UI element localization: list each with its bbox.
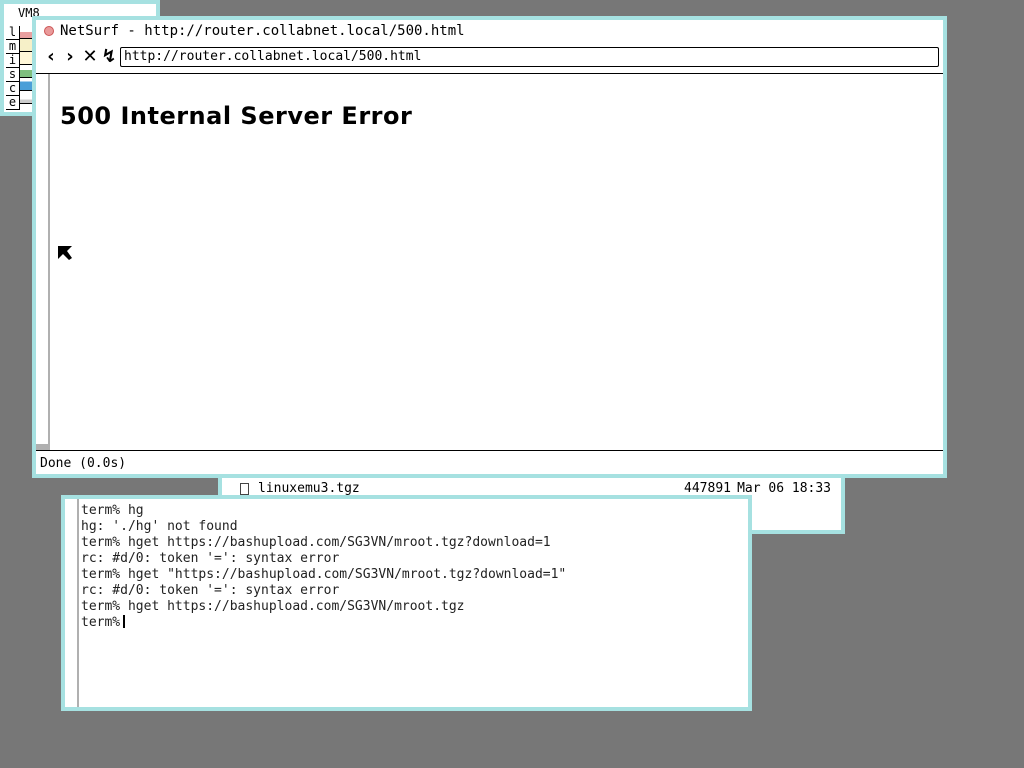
stats-label-l: l xyxy=(6,26,20,40)
stats-label-s: s xyxy=(6,68,20,82)
terminal-window[interactable]: term% hg hg: './hg' not found term% hget h… xyxy=(61,495,752,711)
terminal-prompt-line[interactable]: term% xyxy=(81,615,744,631)
terminal-line: term% hget https://bashupload.com/SG3VN/… xyxy=(81,535,551,550)
status-text: Done (0.0s) xyxy=(40,456,127,471)
terminal-line: hg: './hg' not found xyxy=(81,519,238,534)
url-input[interactable]: http://router.collabnet.local/500.html xyxy=(120,47,939,67)
stats-label-c: c xyxy=(6,82,20,96)
status-divider xyxy=(36,450,943,451)
file-icon xyxy=(240,483,249,495)
browser-titlebar[interactable]: NetSurf - http://router.collabnet.local/… xyxy=(36,20,943,44)
stats-label-i: i xyxy=(6,54,20,68)
browser-toolbar: ‹ › ✕ ↯ http://router.collabnet.local/50… xyxy=(36,44,943,72)
page-content: 500 Internal Server Error xyxy=(50,74,943,450)
stop-icon[interactable]: ✕ xyxy=(81,47,99,67)
stats-label-e: e xyxy=(6,96,20,110)
terminal-prompt: term% xyxy=(81,615,121,630)
back-icon[interactable]: ‹ xyxy=(42,47,60,67)
terminal-line: rc: #d/0: token '=': syntax error xyxy=(81,551,340,566)
terminal-line: term% hg xyxy=(81,503,144,518)
terminal-line: term% hget "https://bashupload.com/SG3VN… xyxy=(81,567,567,582)
terminal-output[interactable]: term% hg hg: './hg' not found term% hget h… xyxy=(81,503,744,631)
stats-labels: l m i s c e xyxy=(6,26,20,110)
page-scrollbar[interactable] xyxy=(36,74,50,450)
browser-window-title: NetSurf - http://router.collabnet.local/… xyxy=(60,23,465,39)
file-name: linuxemu3.tgz xyxy=(258,481,360,496)
terminal-line: rc: #d/0: token '=': syntax error xyxy=(81,583,340,598)
mouse-cursor-icon xyxy=(58,246,72,260)
text-caret xyxy=(123,615,126,628)
forward-icon[interactable]: › xyxy=(61,47,79,67)
terminal-line: term% hget https://bashupload.com/SG3VN/… xyxy=(81,599,465,614)
page-heading: 500 Internal Server Error xyxy=(60,102,413,130)
netsurf-logo-icon xyxy=(44,26,54,36)
netsurf-window[interactable]: NetSurf - http://router.collabnet.local/… xyxy=(32,16,947,478)
file-size: 447891 xyxy=(684,481,731,496)
stats-label-m: m xyxy=(6,40,20,54)
terminal-scrollbar[interactable] xyxy=(65,499,79,707)
reload-icon[interactable]: ↯ xyxy=(100,47,118,67)
file-date: Mar 06 18:33 xyxy=(737,481,831,496)
